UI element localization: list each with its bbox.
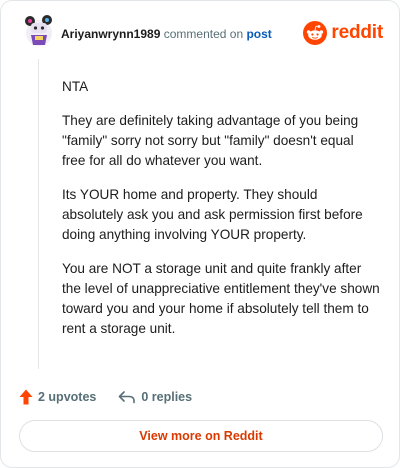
embedded-comment-card: Ariyanwrynn1989 commented on post reddit… xyxy=(0,0,400,468)
upvotes-count: 2 upvotes xyxy=(38,390,97,404)
replies-count: 0 replies xyxy=(141,390,193,404)
post-link[interactable]: post xyxy=(246,27,271,41)
comment-paragraph: You are NOT a storage unit and quite fra… xyxy=(62,261,380,336)
author-name[interactable]: Ariyanwrynn1989 xyxy=(61,27,160,41)
comment-meta: Ariyanwrynn1989 commented on post xyxy=(61,26,272,42)
reddit-wordmark: reddit xyxy=(331,22,383,43)
comment-paragraph: Its YOUR home and property. They should … xyxy=(62,187,363,242)
comment-header: Ariyanwrynn1989 commented on post reddit xyxy=(19,13,383,55)
action-text: commented on xyxy=(163,27,244,41)
view-more-button[interactable]: View more on Reddit xyxy=(19,420,383,452)
replies-stat[interactable]: 0 replies xyxy=(118,390,192,404)
comment-body: NTA They are definitely taking advantage… xyxy=(62,77,380,353)
comment-stats: 2 upvotes 0 replies xyxy=(19,387,214,407)
reply-arrow-icon xyxy=(119,391,136,404)
reddit-logo[interactable]: reddit xyxy=(303,21,383,45)
upvotes-stat[interactable]: 2 upvotes xyxy=(19,389,96,405)
thread-line xyxy=(38,59,39,369)
snoo-avatar-icon xyxy=(25,15,52,46)
comment-paragraph: They are definitely taking advantage of … xyxy=(62,113,359,168)
comment-paragraph: NTA xyxy=(62,79,89,94)
reddit-snoo-icon xyxy=(303,21,328,45)
avatar[interactable] xyxy=(21,13,57,49)
upvote-arrow-icon xyxy=(19,389,33,405)
